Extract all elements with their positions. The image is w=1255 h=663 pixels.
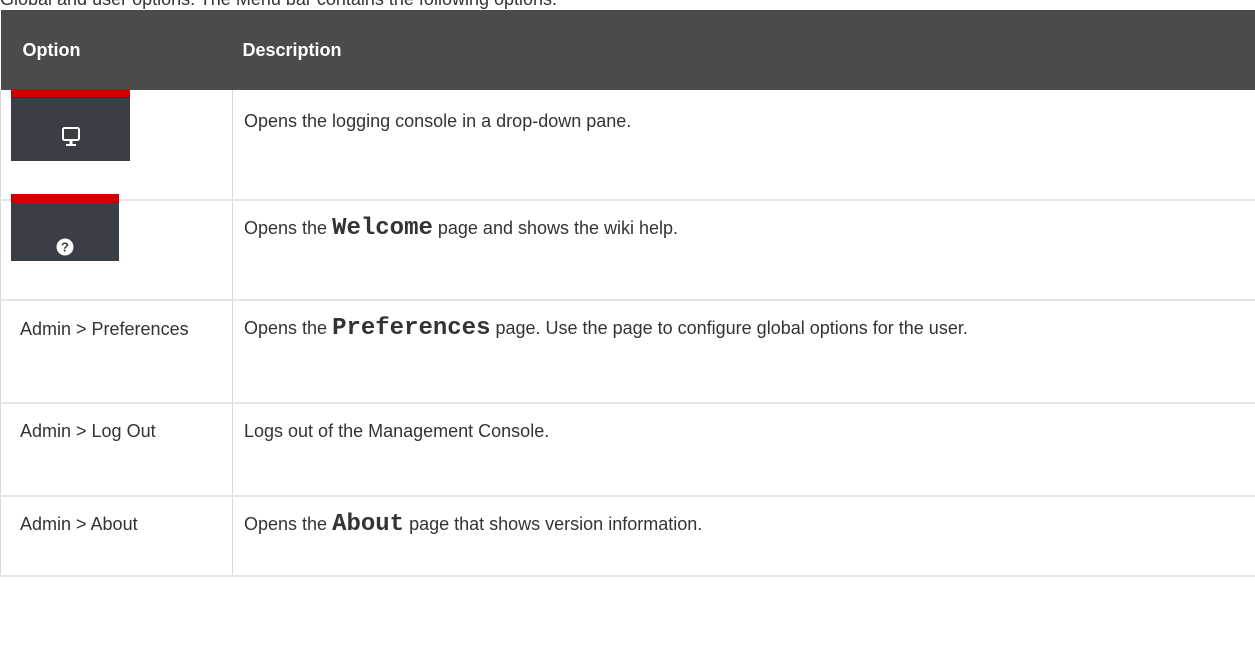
description-text: page that shows version information. [404,514,703,534]
option-cell: Admin > Preferences [0,300,233,404]
option-cell: ? [0,194,233,301]
help-button-screenshot: ? [11,194,119,261]
table-row: Admin > Log Out Logs out of the Manageme… [0,403,1255,497]
description-text: Opens the [244,218,333,238]
table-row: Admin > About Opens the About page that … [0,496,1255,577]
table-header-row: Option Description [0,10,1255,90]
console-button-screenshot [11,89,130,161]
option-column-header: Option [0,10,233,90]
table-row: ? Opens the Welcome page and shows the w… [0,194,1255,301]
menu-options-table: Option Description Opens the logging con… [0,10,1255,577]
help-icon: ? [56,238,74,256]
option-label: Admin > Preferences [20,319,189,339]
description-text: Opens the [244,514,333,534]
description-cell: Opens the About page that shows version … [232,496,1255,577]
table-row: Admin > Preferences Opens the Preference… [0,300,1255,404]
table-row: Opens the logging console in a drop-down… [0,89,1255,201]
description-text: page. Use the page to configure global o… [490,318,968,338]
svg-text:?: ? [61,240,69,255]
option-label: Admin > About [20,514,138,534]
option-cell: Admin > Log Out [0,403,233,497]
option-cell: Admin > About [0,496,233,577]
welcome-keyword: Welcome [332,215,433,242]
option-cell [0,89,233,201]
description-cell: Opens the Welcome page and shows the wik… [232,200,1255,301]
description-text: Opens the [244,318,333,338]
option-label: Admin > Log Out [20,421,156,441]
description-cell: Opens the logging console in a drop-down… [232,90,1255,201]
description-cell: Logs out of the Management Console. [232,403,1255,497]
preferences-keyword: Preferences [332,315,491,342]
description-column-header: Description [232,10,1255,90]
intro-text: Global and user options. The Menu bar co… [0,0,1255,10]
monitor-icon [62,127,80,146]
description-text: Logs out of the Management Console. [244,421,550,441]
description-text: page and shows the wiki help. [432,218,679,238]
about-keyword: About [332,511,405,538]
description-text: Opens the logging console in a drop-down… [244,111,632,131]
description-cell: Opens the Preferences page. Use the page… [232,300,1255,404]
